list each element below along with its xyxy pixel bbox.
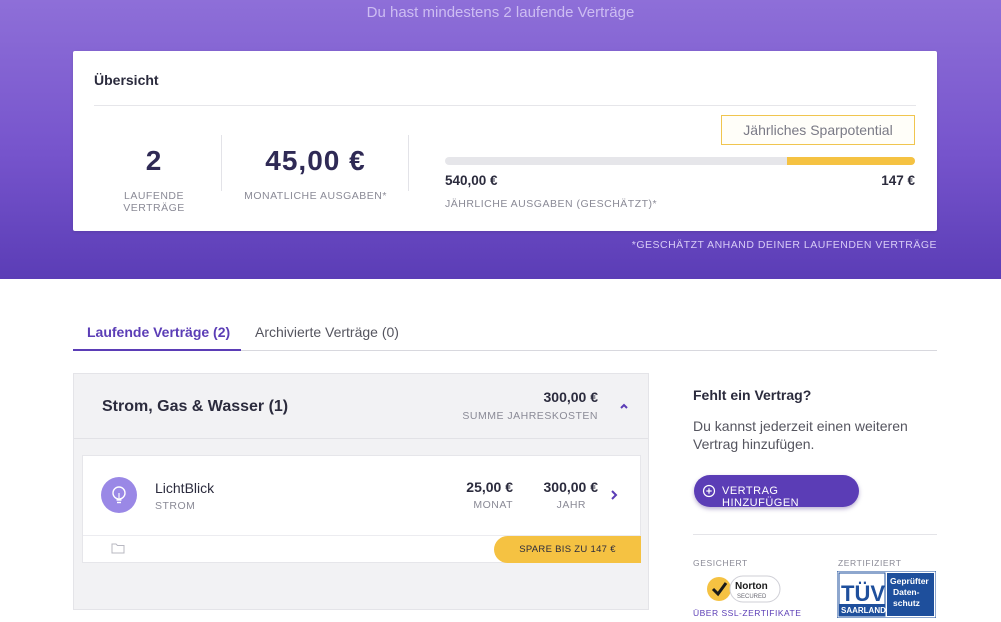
tuev-seal-line-2: Daten-	[893, 587, 920, 597]
hero-subtitle: Du hast mindestens 2 laufende Verträge	[366, 4, 635, 21]
estimate-footnote: *GESCHÄTZT ANHAND DEINER LAUFENDEN VERTR…	[631, 239, 937, 251]
contract-card: LichtBlick STROM 25,00 € MONAT 300,00 € …	[82, 455, 641, 563]
contract-type: STROM	[155, 500, 196, 512]
tab-running-contracts[interactable]: Laufende Verträge (2)	[73, 324, 241, 351]
running-count: 2	[145, 145, 163, 176]
running-label: LAUFENDE VERTRÄGE	[123, 190, 185, 214]
add-contract-button[interactable]: VERTRAG HINZUFÜGEN	[694, 475, 859, 509]
lightbulb-icon	[112, 486, 126, 504]
tuev-text: TÜV	[841, 581, 885, 606]
annual-expenses-value: 540,00 €	[445, 173, 498, 188]
tuev-seal-line-1: Geprüfter	[890, 576, 929, 586]
running-contracts-stat: 2 LAUFENDE VERTRÄGE	[94, 145, 214, 214]
tuev-region-text: SAARLAND	[841, 606, 886, 615]
folder-icon[interactable]	[111, 542, 125, 554]
norton-secured-logo: Norton SECURED	[707, 575, 781, 603]
chevron-right-icon[interactable]	[609, 489, 619, 501]
contract-yearly-cost: 300,00 €	[543, 479, 599, 495]
contract-provider: LichtBlick	[155, 480, 215, 496]
ssl-certificates-link[interactable]: ÜBER SSL-ZERTIFIKATE	[693, 608, 801, 618]
divider	[408, 135, 409, 191]
tuev-seal-line-3: schutz	[893, 598, 920, 608]
divider	[693, 534, 937, 535]
contract-monthly-cost: 25,00 €	[466, 479, 513, 495]
contract-monthly-label: MONAT	[473, 499, 513, 511]
savings-progress-fill	[787, 157, 915, 165]
missing-contract-title: Fehlt ein Vertrag?	[693, 387, 812, 403]
contract-icon-circle	[101, 477, 137, 513]
contract-row-lichtblick[interactable]: LichtBlick STROM 25,00 € MONAT 300,00 € …	[83, 456, 640, 536]
secured-label: GESICHERT	[693, 558, 748, 568]
savings-progress-bar	[445, 157, 915, 165]
norton-text: Norton	[735, 581, 768, 592]
tab-archived-contracts[interactable]: Archivierte Verträge (0)	[255, 324, 399, 351]
save-up-to-button[interactable]: SPARE BIS ZU 147 €	[494, 536, 641, 563]
certified-label: ZERTIFIZIERT	[838, 558, 902, 568]
overview-title: Übersicht	[94, 72, 159, 88]
category-annual-sum: 300,00 €	[543, 389, 599, 405]
monthly-value: 45,00 €	[265, 145, 366, 176]
category-group-header[interactable]: Strom, Gas & Wasser (1) 300,00 € SUMME J…	[74, 374, 648, 439]
category-group-strom-gas-wasser: Strom, Gas & Wasser (1) 300,00 € SUMME J…	[73, 373, 649, 610]
category-title: Strom, Gas & Wasser (1)	[102, 398, 289, 415]
overview-card: Übersicht 2 LAUFENDE VERTRÄGE 45,00 € MO…	[73, 51, 937, 231]
monthly-expenses-stat: 45,00 € MONATLICHE AUSGABEN*	[238, 145, 393, 202]
add-contract-label: VERTRAG HINZUFÜGEN	[722, 485, 800, 509]
tuev-certified-logo: TÜV SAARLAND Geprüfter Daten- schutz	[837, 571, 936, 618]
missing-contract-text: Du kannst jederzeit einen weiteren Vertr…	[693, 418, 908, 452]
contract-yearly-label: JAHR	[556, 499, 586, 511]
contract-tabs: Laufende Verträge (2) Archivierte Verträ…	[73, 316, 937, 351]
category-annual-sum-label: SUMME JAHRESKOSTEN	[462, 410, 598, 422]
annual-expenses-label: JÄHRLICHE AUSGABEN (GESCHÄTZT)*	[445, 198, 658, 210]
chevron-up-icon[interactable]	[618, 400, 630, 412]
hero-header: Du hast mindestens 2 laufende Verträge Ü…	[0, 0, 1001, 279]
savings-value: 147 €	[881, 173, 915, 188]
monthly-label: MONATLICHE AUSGABEN*	[244, 190, 387, 202]
norton-sub-text: SECURED	[737, 594, 767, 600]
divider	[94, 105, 916, 106]
plus-circle-icon	[702, 484, 716, 498]
divider	[221, 135, 222, 191]
savings-badge: Jährliches Sparpotential	[721, 115, 915, 145]
